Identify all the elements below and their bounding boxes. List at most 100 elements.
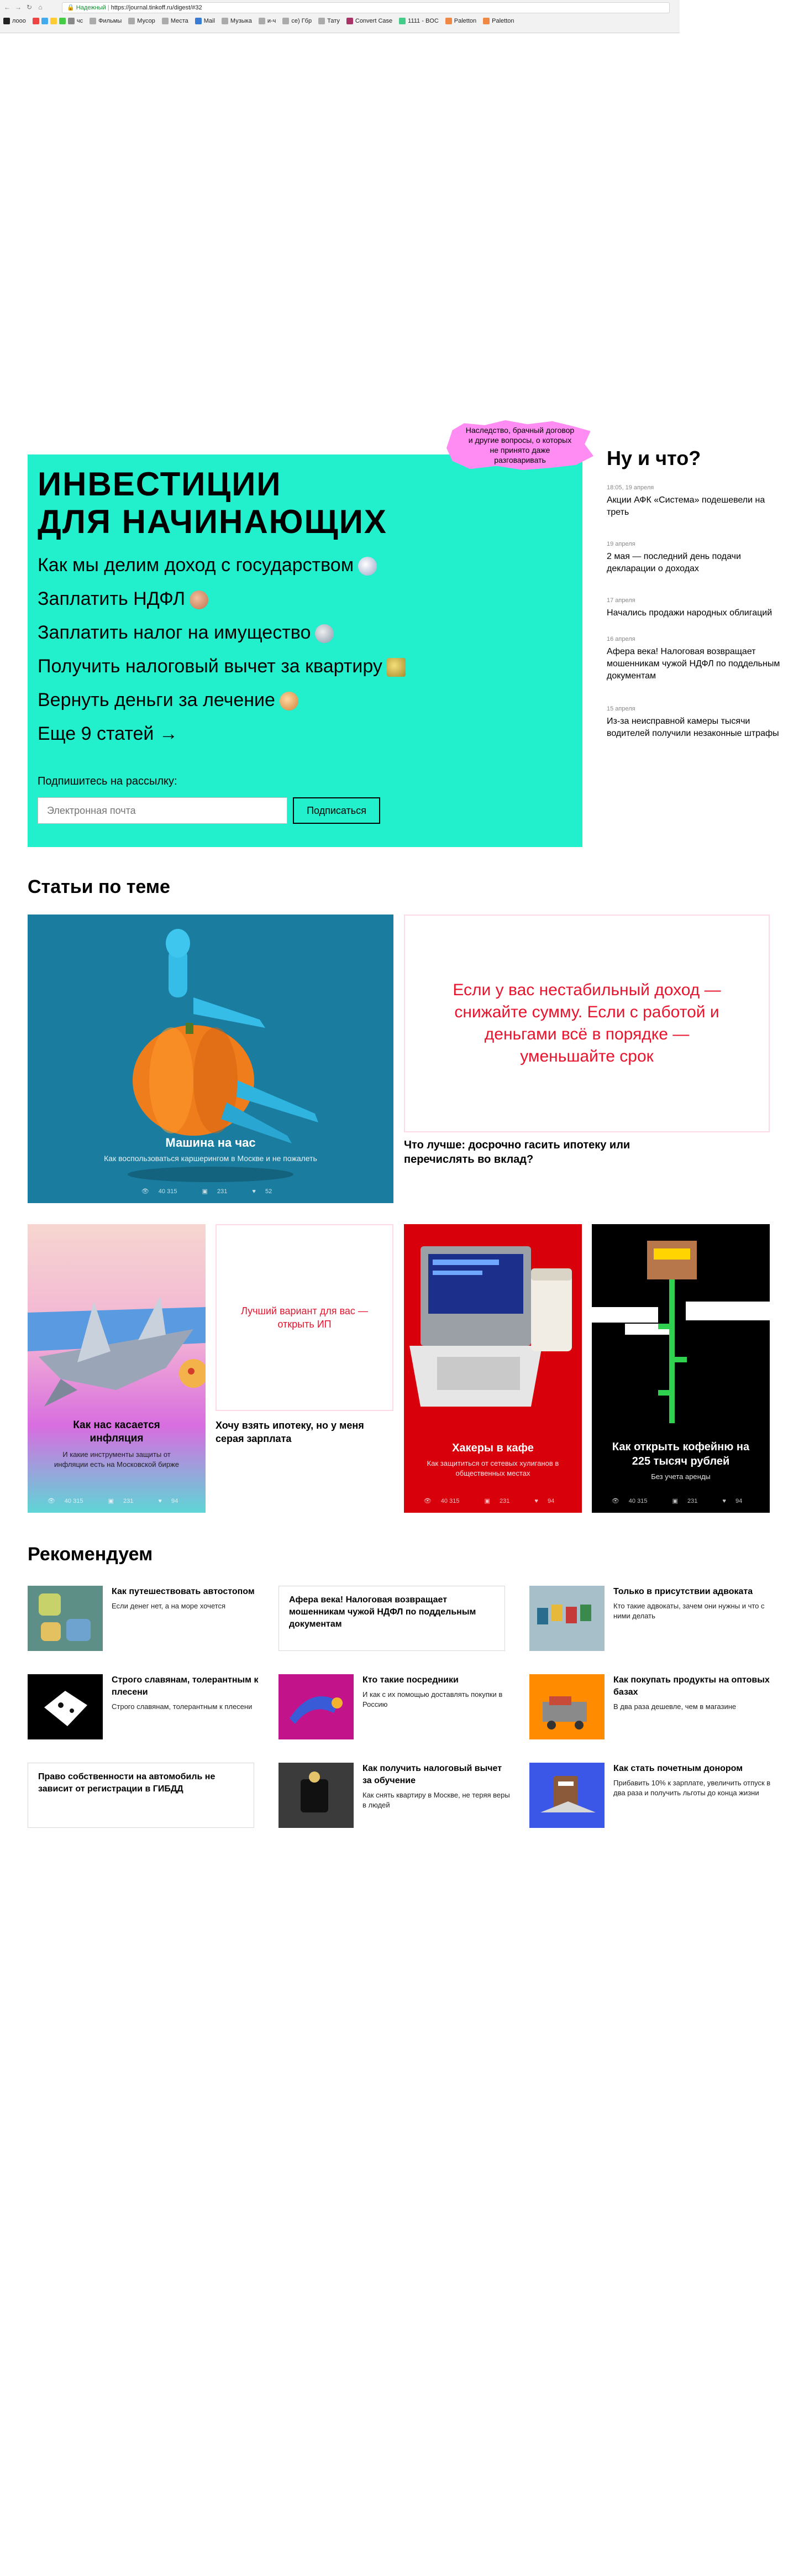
forward-icon[interactable]: → <box>14 3 22 11</box>
news-text: Начались продажи народных облигаций <box>607 608 773 618</box>
digest-link-label: Заплатить налог на имущество <box>38 622 311 643</box>
news-text: Из-за неисправной камеры тысячи водителе… <box>607 717 779 738</box>
back-icon[interactable]: ← <box>3 3 11 11</box>
bookmark[interactable]: Convert Case <box>346 18 392 24</box>
bookmark[interactable]: и-ч <box>258 18 276 24</box>
bookmark-label: лооо <box>12 18 26 24</box>
rec-subtitle: И как с их помощью доставлять покупки в … <box>362 1690 503 1708</box>
email-field[interactable] <box>38 797 287 824</box>
likes-count: ♥ 94 <box>534 1498 555 1504</box>
digest-link[interactable]: Заплатить НДФЛ <box>38 582 406 616</box>
sticker-icon <box>358 557 377 576</box>
related-heading: Статьи по теме <box>28 876 170 897</box>
card-subtitle: И какие инструменты защиты от инфляции е… <box>54 1450 179 1469</box>
digest-link[interactable]: Как мы делим доход с государством <box>38 548 406 582</box>
digest-link[interactable]: Вернуть деньги за лечение <box>38 683 406 717</box>
views-count: 👁 40 315 <box>423 1498 460 1504</box>
views-count: 👁 40 315 <box>47 1498 83 1504</box>
rec-title: Строго славянам, толерантным к плесени <box>112 1675 259 1697</box>
recommend-item[interactable]: Как получить налоговый вычет за обучение… <box>278 1763 511 1828</box>
card-stats: 👁 40 315 ▣ 231 ♥ 94 <box>592 1497 770 1504</box>
bookmark[interactable]: се) Гбр <box>282 18 312 24</box>
card-stats: 👁 40 315 ▣ 231 ♥ 94 <box>404 1497 582 1504</box>
news-item[interactable]: 15 апреля Из-за неисправной камеры тысячи… <box>607 706 784 740</box>
quote-card[interactable]: Если у вас нестабильный доход — снижайте… <box>404 915 770 1132</box>
reload-icon[interactable]: ↻ <box>25 3 33 11</box>
rec-title: Как стать почетным донором <box>613 1764 743 1773</box>
bookmark[interactable]: Paletton <box>445 18 476 24</box>
bookmark[interactable]: Фильмы <box>90 18 122 24</box>
bookmarks-bar: лооо чс Фильмы Мусор Места Mail Музыка и… <box>3 18 514 24</box>
recommend-item[interactable]: Как покупать продукты на оптовых базах В … <box>529 1674 773 1739</box>
bookmark-label: се) Гбр <box>291 18 312 24</box>
bookmark-label: 1111 - BOC <box>408 18 439 24</box>
rec-title: Как покупать продукты на оптовых базах <box>613 1675 770 1697</box>
recommend-item[interactable]: Афера века! Налоговая возвращает мошенни… <box>278 1586 505 1651</box>
rec-title: Как получить налоговый вычет за обучение <box>362 1764 502 1785</box>
sticker-text: Наследство, брачный договор и другие воп… <box>465 426 575 464</box>
bookmark-label: Mail <box>203 18 215 24</box>
bookmark[interactable]: чс <box>32 18 83 24</box>
bookmark[interactable]: Paletton <box>483 18 514 24</box>
comments-count: ▣ 231 <box>108 1498 134 1504</box>
news-item[interactable]: 16 апреля Афера века! Налоговая возвращае… <box>607 636 784 682</box>
article-card[interactable]: Как открыть кофейню на 225 тысяч рублей … <box>592 1224 770 1513</box>
recommend-item[interactable]: Как путешествовать автостопом Если денег … <box>28 1586 260 1651</box>
bookmark[interactable]: Музыка <box>221 18 252 24</box>
comments-count: ▣ 231 <box>672 1498 698 1504</box>
recommend-item[interactable]: Как стать почетным донором Прибавить 10% … <box>529 1763 773 1828</box>
likes-count: ♥ 52 <box>252 1188 272 1195</box>
digest-link[interactable]: Получить налоговый вычет за квартиру <box>38 650 406 683</box>
subscribe-button[interactable]: Подписаться <box>293 797 380 824</box>
digest-link-label: Вернуть деньги за лечение <box>38 689 275 710</box>
rec-title: Как путешествовать автостопом <box>112 1587 255 1596</box>
card-title: Машина на час <box>165 1136 256 1149</box>
bookmark[interactable]: Тату <box>318 18 340 24</box>
recommend-item[interactable]: Только в присутствии адвоката Кто такие а… <box>529 1586 773 1651</box>
more-articles-link[interactable]: Еще 9 статей → <box>38 717 406 751</box>
rec-thumbnail <box>278 1763 354 1828</box>
home-icon[interactable]: ⌂ <box>36 3 44 11</box>
rec-thumbnail <box>529 1586 605 1651</box>
digest-link-label: Получить налоговый вычет за квартиру <box>38 656 382 677</box>
rec-thumbnail <box>28 1586 103 1651</box>
quote-card[interactable]: Лучший вариант для вас — открыть ИП <box>216 1224 393 1411</box>
recommend-item[interactable]: Право собственности на автомобиль не зав… <box>28 1763 254 1828</box>
views-count: 👁 40 315 <box>141 1188 177 1195</box>
bookmark[interactable]: Mail <box>195 18 215 24</box>
article-card[interactable]: Хакеры в кафе Как защититься от сетевых … <box>404 1224 582 1513</box>
recommend-heading: Рекомендуем <box>28 1544 153 1565</box>
news-item[interactable]: 19 апреля 2 мая — последний день подачи д… <box>607 541 784 575</box>
news-item[interactable]: 18:05, 19 апреля Акции АФК «Система» поде… <box>607 484 784 519</box>
rec-title: Афера века! Налоговая возвращает мошенни… <box>289 1595 476 1629</box>
digest-link[interactable]: Заплатить налог на имущество <box>38 616 406 650</box>
views-count: 👁 40 315 <box>611 1498 648 1504</box>
bookmark-label: Paletton <box>492 18 514 24</box>
bookmark[interactable]: 1111 - BOC <box>399 18 439 24</box>
rec-thumbnail <box>28 1674 103 1739</box>
card-subtitle: Как защититься от сетевых хулиганов в об… <box>427 1459 559 1477</box>
rec-subtitle: Если денег нет, а на море хочется <box>112 1602 226 1610</box>
quote-caption[interactable]: Что лучше: досрочно гасить ипотеку или п… <box>404 1138 636 1167</box>
recommend-item[interactable]: Строго славянам, толерантным к плесени Ст… <box>28 1674 260 1739</box>
bookmark-label: Тату <box>327 18 340 24</box>
quote-caption[interactable]: Хочу взять ипотеку, но у меня серая зарп… <box>216 1419 381 1445</box>
recommend-item[interactable]: Кто такие посредники И как с их помощью д… <box>278 1674 511 1739</box>
sticker-badge[interactable]: Наследство, брачный договор и другие воп… <box>446 420 593 470</box>
bookmark[interactable]: лооо <box>3 18 26 24</box>
news-item[interactable]: 17 апреля Начались продажи народных облиг… <box>607 597 784 619</box>
news-title: Ну и что? <box>607 447 701 469</box>
article-card[interactable]: Машина на час Как воспользоваться каршер… <box>28 915 393 1203</box>
coffee-shop-pixel-illustration <box>592 1241 770 1423</box>
bookmark[interactable]: Мусор <box>128 18 155 24</box>
news-date: 19 апреля <box>607 541 635 547</box>
rec-subtitle: Кто такие адвокаты, зачем они нужны и чт… <box>613 1602 765 1620</box>
card-title: Хакеры в кафе <box>452 1442 534 1454</box>
bookmark-label: Мусор <box>137 18 155 24</box>
article-card[interactable]: Как нас касается инфляция И какие инстру… <box>28 1224 206 1513</box>
address-bar[interactable]: 🔒 Надежный | https://journal.tinkoff.ru/… <box>62 2 670 13</box>
rec-subtitle: Строго славянам, толерантным к плесени <box>112 1702 253 1711</box>
digest-article-list: Как мы делим доход с государством Заплат… <box>38 548 406 751</box>
sticker-icon <box>190 591 209 610</box>
bookmark[interactable]: Места <box>161 18 188 24</box>
